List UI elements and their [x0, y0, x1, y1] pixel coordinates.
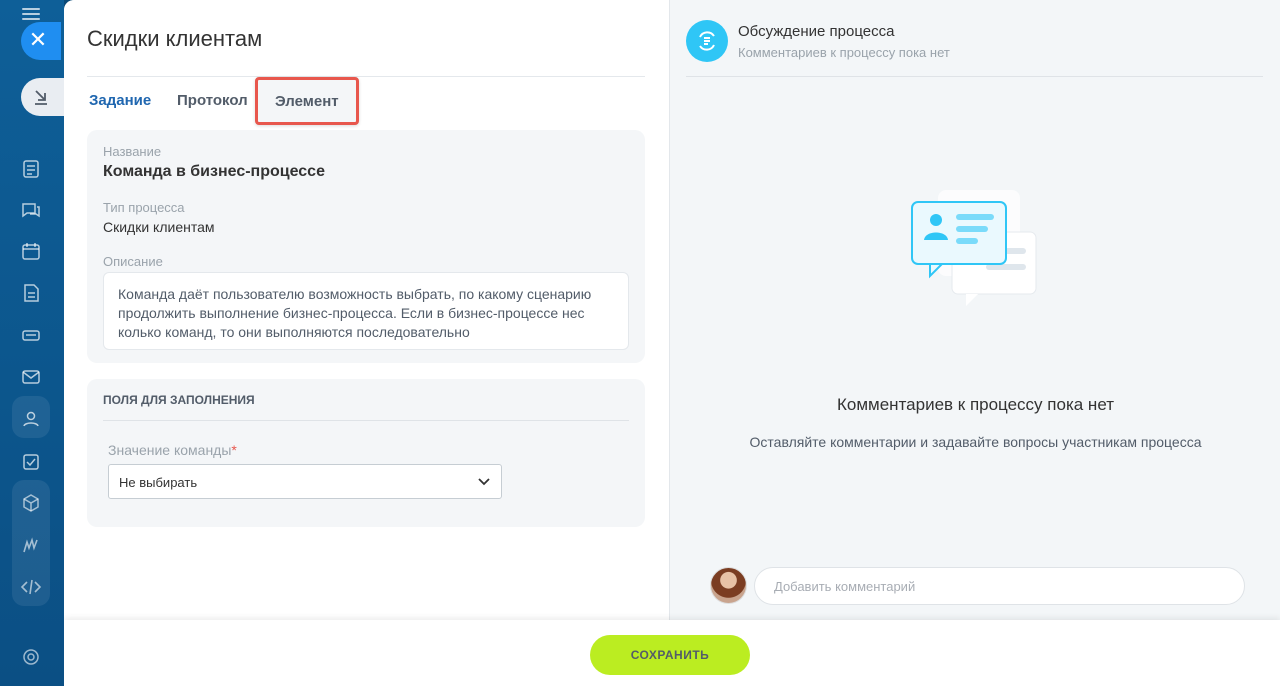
- slider-tab-active[interactable]: [21, 78, 65, 116]
- divider: [686, 76, 1263, 77]
- menu-icon[interactable]: [22, 8, 40, 20]
- discussion-title: Обсуждение процесса: [738, 23, 895, 40]
- chevron-down-icon: [478, 478, 490, 486]
- document-icon[interactable]: [20, 282, 42, 304]
- info-card: Название Команда в бизнес-процессе Тип п…: [87, 130, 645, 363]
- command-select-value: Не выбирать: [119, 475, 198, 490]
- close-slider-button[interactable]: ✕: [21, 22, 61, 60]
- command-field-label: Значение команды*: [108, 442, 237, 458]
- comments-illustration: [911, 190, 1037, 306]
- box-icon[interactable]: [20, 492, 42, 514]
- left-sidebar: ✕: [0, 0, 65, 686]
- footer: СОХРАНИТЬ: [64, 620, 1280, 686]
- tab-element-label: Элемент: [275, 93, 339, 110]
- avatar: [710, 567, 747, 604]
- marketplace-icon[interactable]: [20, 535, 42, 557]
- divider: [103, 420, 629, 421]
- type-label: Тип процесса: [103, 200, 185, 215]
- command-select[interactable]: Не выбирать: [108, 464, 502, 499]
- code-icon[interactable]: [20, 576, 42, 598]
- empty-comments-text: Оставляйте комментарии и задавайте вопро…: [749, 434, 1202, 450]
- tasks-icon[interactable]: [20, 158, 42, 180]
- command-label-text: Значение команды: [108, 442, 232, 458]
- name-label: Название: [103, 144, 162, 159]
- discussion-pane: Обсуждение процесса Комментариев к проце…: [669, 0, 1280, 620]
- tab-protocol[interactable]: Протокол: [177, 92, 248, 109]
- contacts-icon[interactable]: [20, 408, 42, 430]
- close-icon: ✕: [28, 27, 48, 52]
- collapse-icon: [35, 90, 47, 105]
- name-value: Команда в бизнес-процессе: [103, 163, 325, 180]
- task-slider: Скидки клиентам Задание Протокол Элемент…: [64, 0, 1280, 686]
- comment-placeholder: Добавить комментарий: [774, 579, 916, 594]
- page-title: Скидки клиентам: [87, 26, 263, 51]
- tab-task[interactable]: Задание: [89, 92, 151, 109]
- type-value: Скидки клиентам: [103, 219, 215, 235]
- description-text: Команда даёт пользователю возможность вы…: [103, 272, 629, 350]
- divider: [87, 76, 645, 77]
- description-label: Описание: [103, 254, 163, 269]
- task-pane: Скидки клиентам Задание Протокол Элемент…: [64, 0, 669, 620]
- save-button[interactable]: СОХРАНИТЬ: [590, 635, 750, 675]
- calendar-icon[interactable]: [20, 240, 42, 262]
- discussion-subtitle: Комментариев к процессу пока нет: [738, 45, 950, 60]
- fields-section-title: ПОЛЯ ДЛЯ ЗАПОЛНЕНИЯ: [103, 393, 255, 407]
- tab-element[interactable]: Элемент: [255, 77, 359, 125]
- checkbox-icon[interactable]: [20, 451, 42, 473]
- mail-icon[interactable]: [20, 366, 42, 388]
- chat-icon[interactable]: [20, 199, 42, 221]
- settings-icon[interactable]: [20, 646, 42, 668]
- comment-input[interactable]: Добавить комментарий: [754, 567, 1245, 605]
- empty-comments-title: Комментариев к процессу пока нет: [837, 395, 1114, 414]
- required-mark: *: [231, 442, 237, 458]
- drive-icon[interactable]: [20, 324, 42, 346]
- process-discussion-icon: [686, 20, 728, 62]
- fields-card: ПОЛЯ ДЛЯ ЗАПОЛНЕНИЯ Значение команды* Не…: [87, 379, 645, 527]
